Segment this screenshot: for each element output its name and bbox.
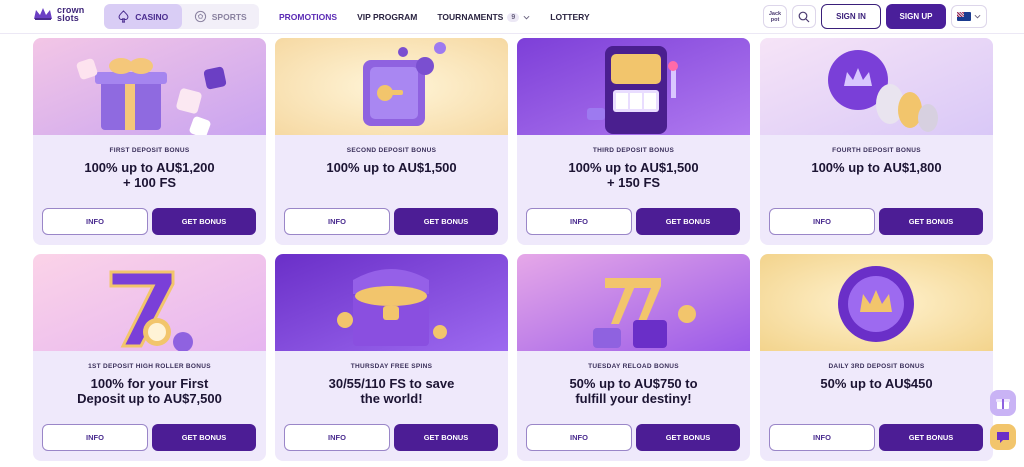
promo-card: 1ST DEPOSIT HIGH ROLLER BONUS 100% for y… [33,254,266,461]
card-title: 100% up to AU$1,200 + 100 FS [84,160,215,190]
get-bonus-button[interactable]: GET BONUS [394,424,498,451]
get-bonus-button[interactable]: GET BONUS [636,208,740,235]
promo-card: SECOND DEPOSIT BONUS 100% up to AU$1,500… [275,38,508,245]
info-button[interactable]: INFO [284,208,390,235]
crown-icon [34,8,52,20]
info-button[interactable]: INFO [769,424,875,451]
nav-lottery[interactable]: LOTTERY [550,12,589,22]
card-label: SECOND DEPOSIT BONUS [346,147,437,154]
card-label: 1ST DEPOSIT HIGH ROLLER BONUS [88,363,211,370]
nav-tournaments[interactable]: TOURNAMENTS 9 [437,12,530,22]
top-header: crown slots CASINO SPORTS PROMOTIONS VIP… [0,0,1024,34]
card-title: 30/55/110 FS to save the world! [328,376,455,406]
tab-sports-label: SPORTS [211,11,247,22]
promo-card: DAILY 3RD DEPOSIT BONUS 50% up to AU$450… [760,254,993,461]
sign-in-button[interactable]: SIGN IN [821,4,881,29]
card-title: 50% up to AU$750 to fulfill your destiny… [569,376,698,406]
logo-line-2: slots [57,13,80,23]
jackpot-button[interactable]: Jack pot [763,5,787,28]
get-bonus-button[interactable]: GET BONUS [636,424,740,451]
search-button[interactable] [792,5,816,28]
nav-vip-program[interactable]: VIP PROGRAM [357,12,417,22]
promo-card: THIRD DEPOSIT BONUS 100% up to AU$1,500 … [517,38,750,245]
info-button[interactable]: INFO [526,424,632,451]
jackpot-line-2: pot [770,17,780,23]
card-label: FIRST DEPOSIT BONUS [109,147,190,154]
spade-icon [118,10,129,23]
info-button[interactable]: INFO [42,424,148,451]
tab-casino[interactable]: CASINO [104,4,182,29]
gift-box-dice-image [33,38,266,135]
tournaments-count-badge: 9 [507,12,520,22]
treasure-chest-image [275,254,508,351]
safe-vault-image [275,38,508,135]
chat-float-button[interactable] [990,424,1016,450]
promo-card: FIRST DEPOSIT BONUS 100% up to AU$1,200 … [33,38,266,245]
nav-promotions[interactable]: PROMOTIONS [279,12,337,22]
chevron-down-icon [974,14,981,19]
sign-up-button[interactable]: SIGN UP [886,4,946,29]
card-label: THURSDAY FREE SPINS [350,363,433,370]
card-label: THIRD DEPOSIT BONUS [592,147,675,154]
crownslots-logo[interactable]: crown slots [33,6,85,23]
info-button[interactable]: INFO [284,424,390,451]
gift-icon [996,399,1010,409]
search-icon [798,11,810,22]
card-title: 100% up to AU$1,500 [326,160,457,175]
main-nav: PROMOTIONS VIP PROGRAM TOURNAMENTS 9 LOT… [279,0,610,34]
chat-icon [997,432,1009,443]
info-button[interactable]: INFO [42,208,148,235]
card-title: 100% for your First Deposit up to AU$7,5… [77,376,222,406]
lucky-seven-image [33,254,266,351]
promo-card: FOURTH DEPOSIT BONUS 100% up to AU$1,800… [760,38,993,245]
soccer-ball-icon [194,10,206,23]
slot-machine-image [517,38,750,135]
tab-casino-label: CASINO [135,11,169,22]
nav-tournaments-label: TOURNAMENTS [437,12,504,22]
get-bonus-button[interactable]: GET BONUS [152,424,256,451]
crown-chip-image [760,254,993,351]
casino-sports-switch: CASINO SPORTS [104,4,259,29]
card-label: DAILY 3RD DEPOSIT BONUS [828,363,925,370]
promo-float-button[interactable] [990,390,1016,416]
get-bonus-button[interactable]: GET BONUS [879,208,983,235]
australia-flag-icon [957,12,971,21]
triple-seven-chips-image [517,254,750,351]
promo-card: TUESDAY RELOAD BONUS 50% up to AU$750 to… [517,254,750,461]
get-bonus-button[interactable]: GET BONUS [879,424,983,451]
promo-card: THURSDAY FREE SPINS 30/55/110 FS to save… [275,254,508,461]
get-bonus-button[interactable]: GET BONUS [394,208,498,235]
get-bonus-button[interactable]: GET BONUS [152,208,256,235]
card-label: TUESDAY RELOAD BONUS [588,363,679,370]
card-title: 50% up to AU$450 [820,376,933,391]
tab-sports[interactable]: SPORTS [182,4,260,29]
language-selector[interactable] [951,5,987,28]
card-title: 100% up to AU$1,500 + 150 FS [568,160,699,190]
chevron-down-icon [523,15,530,19]
crown-coins-image [760,38,993,135]
info-button[interactable]: INFO [526,208,632,235]
info-button[interactable]: INFO [769,208,875,235]
card-title: 100% up to AU$1,800 [811,160,942,175]
card-label: FOURTH DEPOSIT BONUS [832,147,921,154]
